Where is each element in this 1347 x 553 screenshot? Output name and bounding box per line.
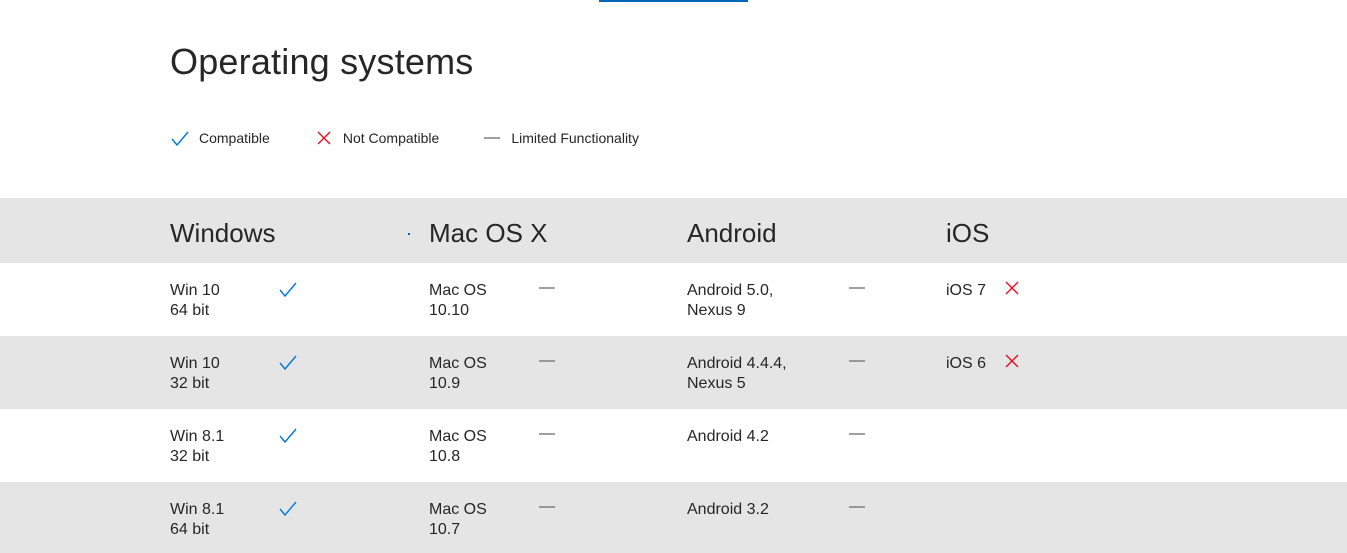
ios-version: iOS 7 bbox=[946, 282, 987, 299]
mac-version: Mac OS 10.8 bbox=[429, 428, 487, 465]
android-version: Android 4.2 bbox=[687, 428, 769, 445]
focus-dot bbox=[408, 233, 410, 235]
legend-label: Limited Functionality bbox=[511, 130, 639, 146]
legend-item-compatible: Compatible bbox=[170, 128, 270, 148]
column-header-ios: iOS bbox=[946, 218, 990, 248]
ios-version: iOS 6 bbox=[946, 355, 987, 372]
dash-icon bbox=[537, 279, 557, 299]
dash-icon bbox=[847, 352, 867, 372]
compatibility-table: Windows Mac OS X Android iOS Win 10 64 b… bbox=[0, 198, 1347, 553]
dash-icon bbox=[537, 498, 557, 518]
mac-version: Mac OS 10.9 bbox=[429, 355, 487, 392]
table-header-row: Windows Mac OS X Android iOS bbox=[0, 198, 1347, 263]
check-icon bbox=[278, 279, 298, 299]
table-row: Win 8.1 32 bit Mac OS 10.8 Android 4.2 bbox=[0, 409, 1347, 482]
legend-item-limited-functionality: Limited Functionality bbox=[483, 128, 639, 148]
dash-icon bbox=[847, 425, 867, 445]
android-version: Android 3.2 bbox=[687, 501, 769, 518]
check-icon bbox=[278, 498, 298, 518]
windows-version: Win 10 64 bit bbox=[170, 282, 220, 319]
table-row: Win 8.1 64 bit Mac OS 10.7 Android 3.2 bbox=[0, 482, 1347, 553]
windows-version: Win 8.1 32 bit bbox=[170, 428, 225, 465]
android-version: Android 5.0, Nexus 9 bbox=[687, 282, 774, 319]
legend-label: Compatible bbox=[199, 130, 270, 146]
legend: Compatible Not Compatible Limited Functi… bbox=[170, 126, 683, 150]
x-icon bbox=[1002, 279, 1022, 299]
column-header-android: Android bbox=[687, 218, 777, 248]
mac-version: Mac OS 10.10 bbox=[429, 282, 487, 319]
dash-icon bbox=[537, 352, 557, 372]
legend-item-not-compatible: Not Compatible bbox=[314, 128, 440, 148]
dash-icon bbox=[847, 279, 867, 299]
x-icon bbox=[314, 128, 334, 148]
dash-icon bbox=[537, 425, 557, 445]
legend-label: Not Compatible bbox=[342, 130, 440, 146]
dash-icon bbox=[483, 128, 501, 148]
column-header-mac-os-x: Mac OS X bbox=[429, 218, 548, 248]
windows-version: Win 8.1 64 bit bbox=[170, 501, 225, 538]
mac-version: Mac OS 10.7 bbox=[429, 501, 487, 538]
table-row: Win 10 64 bit Mac OS 10.10 Android 5.0, … bbox=[0, 263, 1347, 336]
page-title: Operating systems bbox=[170, 41, 474, 82]
check-icon bbox=[278, 352, 298, 372]
android-version: Android 4.4.4, Nexus 5 bbox=[687, 355, 787, 392]
dash-icon bbox=[847, 498, 867, 518]
column-header-windows: Windows bbox=[170, 218, 276, 248]
windows-version: Win 10 32 bit bbox=[170, 355, 220, 392]
table-row: Win 10 32 bit Mac OS 10.9 Android 4.4.4,… bbox=[0, 336, 1347, 409]
check-icon bbox=[170, 128, 190, 148]
active-tab-indicator bbox=[599, 0, 748, 2]
check-icon bbox=[278, 425, 298, 445]
page: Operating systems Compatible Not Compati… bbox=[0, 0, 1347, 553]
x-icon bbox=[1002, 352, 1022, 372]
